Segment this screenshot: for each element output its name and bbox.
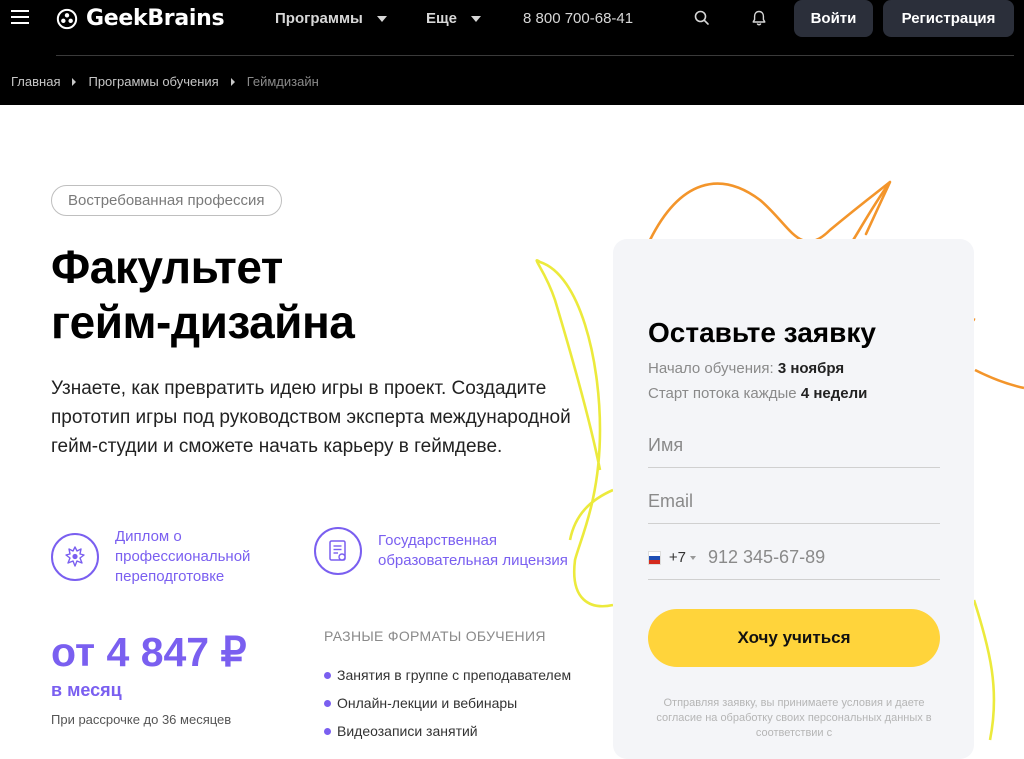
breadcrumb-home[interactable]: Главная (11, 74, 60, 89)
phone-field-row: +7 (648, 536, 940, 580)
profession-badge: Востребованная профессия (51, 185, 282, 216)
feature-diploma-line-3: переподготовке (115, 568, 225, 585)
phone-link[interactable]: 8 800 700-68-41 (523, 10, 633, 27)
chevron-down-icon[interactable] (690, 555, 696, 560)
page-title: Факультет гейм-дизайна (51, 240, 355, 350)
start-date-value: 3 ноября (777, 360, 845, 377)
feature-license: Государственная образовательная лицензия (314, 527, 568, 575)
chevron-right-icon (72, 77, 77, 86)
site-header: GeekBrains Программы Еще 8 800 700-68-41… (0, 0, 1024, 105)
breadcrumb: Главная Программы обучения Геймдизайн (11, 74, 319, 89)
feature-diploma-text: Диплом о профессиональной переподготовке (115, 527, 250, 587)
page-title-line-1: Факультет (51, 241, 283, 293)
stream-info: Старт потока каждые 4 недели (648, 385, 867, 402)
license-icon (314, 527, 362, 575)
start-date-info: Начало обучения: 3 ноября (648, 360, 844, 377)
format-label: Видеозаписи занятий (337, 723, 478, 739)
nav-more[interactable]: Еще (426, 10, 482, 27)
feature-diploma-line-2: профессиональной (115, 548, 251, 565)
feature-license-text: Государственная образовательная лицензия (378, 531, 568, 571)
format-label: Онлайн-лекции и вебинары (337, 695, 518, 711)
phone-input[interactable] (708, 547, 940, 568)
submit-button[interactable]: Хочу учиться (648, 609, 940, 667)
logo-icon (56, 8, 78, 29)
legal-notice: Отправляя заявку, вы принимаете условия … (656, 697, 932, 739)
bell-icon[interactable] (750, 9, 768, 27)
nav-more-label: Еще (426, 10, 458, 27)
header-divider (56, 55, 1014, 56)
installment-note: При рассрочке до 36 месяцев (51, 712, 232, 727)
formats-title: РАЗНЫЕ ФОРМАТЫ ОБУЧЕНИЯ (324, 628, 546, 644)
register-button[interactable]: Регистрация (883, 0, 1014, 37)
price: от 4 847 ₽ (51, 629, 247, 675)
bullet-icon (324, 671, 331, 679)
top-bar: GeekBrains Программы Еще 8 800 700-68-41… (0, 0, 1024, 37)
breadcrumb-current: Геймдизайн (246, 74, 319, 89)
feature-diploma-line-1: Диплом о (115, 528, 182, 545)
search-icon[interactable] (693, 9, 711, 27)
list-item: Онлайн-лекции и вебинары (324, 689, 571, 717)
price-period: в месяц (51, 680, 122, 700)
stream-label: Старт потока каждые (648, 385, 797, 402)
nav-programs[interactable]: Программы (275, 10, 387, 27)
page-title-line-2: гейм-дизайна (51, 296, 355, 348)
chevron-right-icon (230, 77, 235, 86)
stream-value: 4 недели (800, 385, 868, 402)
formats-list: Занятия в группе с преподавателем Онлайн… (324, 661, 571, 745)
breadcrumb-programs[interactable]: Программы обучения (88, 74, 218, 89)
list-item: Занятия в группе с преподавателем (324, 661, 571, 689)
hero-description: Узнаете, как превратить идею игры в прое… (51, 378, 571, 457)
feature-license-line-2: образовательная лицензия (378, 552, 568, 569)
nav-programs-label: Программы (275, 10, 363, 27)
logo-text: GeekBrains (86, 6, 225, 31)
format-label: Занятия в группе с преподавателем (337, 667, 572, 683)
russia-flag-icon[interactable] (648, 550, 661, 565)
chevron-down-icon (471, 15, 482, 22)
login-button[interactable]: Войти (794, 0, 873, 37)
chevron-down-icon (376, 15, 387, 22)
feature-diploma: Диплом о профессиональной переподготовке (51, 527, 250, 587)
bullet-icon (324, 699, 331, 707)
name-field[interactable] (648, 424, 940, 468)
phone-country-code[interactable]: +7 (669, 549, 686, 566)
menu-icon[interactable] (11, 10, 29, 25)
feature-license-line-1: Государственная (378, 532, 497, 549)
list-item: Видеозаписи занятий (324, 717, 571, 745)
application-form: Оставьте заявку Начало обучения: 3 ноябр… (613, 239, 974, 759)
form-title: Оставьте заявку (648, 317, 876, 348)
logo[interactable]: GeekBrains (56, 6, 225, 31)
bullet-icon (324, 727, 331, 735)
emblem-icon (51, 533, 99, 581)
email-field[interactable] (648, 480, 940, 524)
start-date-label: Начало обучения: (648, 360, 774, 377)
